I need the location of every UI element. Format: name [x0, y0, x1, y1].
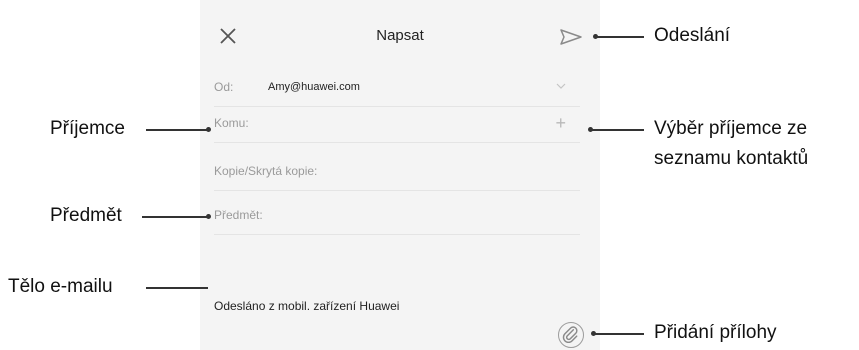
callout-contacts-line2: seznamu kontaktů — [654, 148, 809, 169]
callout-line-subject — [142, 216, 208, 218]
from-value: Amy@huawei.com — [268, 81, 360, 93]
callout-dot-subject — [206, 214, 211, 219]
divider — [214, 142, 580, 143]
cc-bcc-label: Kopie/Skrytá kopie: — [214, 164, 318, 178]
subject-label: Předmět: — [214, 208, 263, 222]
chevron-down-icon[interactable] — [556, 83, 566, 90]
divider — [214, 190, 580, 191]
from-field[interactable]: Od: Amy@huawei.com — [214, 71, 580, 107]
email-compose-screen: Napsat Od: Amy@huawei.com Komu: + Kopie/… — [200, 0, 600, 350]
callout-line-send — [596, 36, 644, 38]
callout-dot-recipient — [206, 127, 211, 132]
callout-line-body — [146, 287, 208, 289]
attach-button[interactable] — [558, 322, 584, 348]
callout-line-contacts — [591, 129, 644, 131]
callout-contacts-line1: Výběr příjemce ze — [654, 118, 808, 139]
callout-body: Tělo e-mailu — [8, 276, 113, 297]
divider — [214, 234, 580, 235]
cc-bcc-field[interactable]: Kopie/Skrytá kopie: — [214, 155, 580, 191]
callout-line-attachment — [594, 333, 644, 335]
subject-field[interactable]: Předmět: — [214, 199, 580, 235]
to-label: Komu: — [214, 116, 249, 130]
callout-recipient: Příjemce — [50, 118, 125, 139]
compose-toolbar: Napsat — [200, 0, 600, 70]
send-icon[interactable] — [560, 29, 582, 45]
callout-attachment: Přidání přílohy — [654, 322, 777, 343]
to-field[interactable]: Komu: + — [214, 107, 580, 143]
page-title: Napsat — [376, 27, 424, 44]
callout-subject: Předmět — [50, 205, 122, 226]
from-label: Od: — [214, 80, 234, 94]
callout-line-recipient — [146, 129, 208, 131]
email-signature[interactable]: Odesláno z mobil. zařízení Huawei — [214, 299, 399, 313]
plus-icon[interactable]: + — [555, 114, 566, 132]
paperclip-icon — [562, 326, 578, 343]
callout-send: Odeslání — [654, 25, 731, 46]
